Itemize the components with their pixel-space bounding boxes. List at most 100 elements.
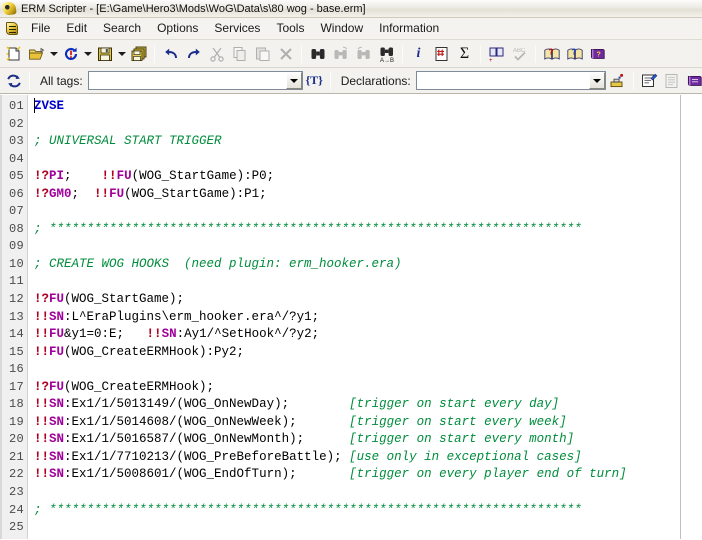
code-line-text[interactable]: ; UNIVERSAL START TRIGGER bbox=[28, 133, 222, 151]
cut-button[interactable] bbox=[205, 42, 228, 65]
add-entry-button[interactable]: + bbox=[485, 42, 508, 65]
code-line-text[interactable]: !!SN:Ex1/1/5013149/(WOG_OnNewDay); [trig… bbox=[28, 396, 559, 414]
spellcheck-button[interactable]: ABC bbox=[508, 42, 531, 65]
code-line[interactable]: 14 !!FU&y1=0:E; !!SN:Ay1/^SetHook^/?y2; bbox=[0, 326, 702, 344]
code-line-text[interactable]: !?GM0; !!FU(WOG_StartGame):P1; bbox=[28, 186, 267, 204]
code-line[interactable]: 13 !!SN:L^EraPlugins\erm_hooker.era^/?y1; bbox=[0, 309, 702, 327]
code-line[interactable]: 10 ; CREATE WOG HOOKS (need plugin: erm_h… bbox=[0, 256, 702, 274]
declarations-combobox[interactable] bbox=[415, 71, 606, 90]
help-erm-button[interactable]: ? bbox=[540, 42, 563, 65]
sum-button[interactable]: Σ bbox=[453, 42, 476, 65]
save-all-button[interactable] bbox=[127, 42, 150, 65]
menu-item-window[interactable]: Window bbox=[312, 19, 371, 38]
code-line[interactable]: 19 !!SN:Ex1/1/5014608/(WOG_OnNewWeek); [t… bbox=[0, 414, 702, 432]
code-token: :Ex1/1/5016587/(WOG_OnNewMonth); bbox=[64, 432, 350, 447]
help-ref-button[interactable]: ? bbox=[563, 42, 586, 65]
code-line[interactable]: 21 !!SN:Ex1/1/7710213/(WOG_PreBeforeBattl… bbox=[0, 449, 702, 467]
code-line-text[interactable]: !!SN:Ex1/1/5008601/(WOG_EndOfTurn); [tri… bbox=[28, 466, 627, 484]
code-line-text[interactable]: ; **************************************… bbox=[28, 221, 582, 239]
grid-page-button[interactable] bbox=[430, 42, 453, 65]
menu-item-services[interactable]: Services bbox=[206, 19, 268, 38]
copy-button[interactable] bbox=[228, 42, 251, 65]
code-editor[interactable]: 01 ZVSE 02 03 ; UNIVERSAL START TRIGGER 04 05!… bbox=[0, 94, 702, 539]
code-line[interactable]: 25 bbox=[0, 519, 702, 537]
code-line[interactable]: 07 bbox=[0, 203, 702, 221]
all-tags-input[interactable] bbox=[88, 73, 286, 88]
declarations-label: Declarations: bbox=[340, 73, 411, 88]
code-line[interactable]: 18 !!SN:Ex1/1/5013149/(WOG_OnNewDay); [tr… bbox=[0, 396, 702, 414]
code-line-text[interactable]: !!SN:Ex1/1/7710213/(WOG_PreBeforeBattle)… bbox=[28, 449, 582, 467]
insert-tag-button[interactable]: {T} bbox=[303, 69, 326, 92]
menu-item-tools[interactable]: Tools bbox=[268, 19, 312, 38]
code-line[interactable]: 02 bbox=[0, 116, 702, 134]
code-line[interactable]: 05 !?PI; !!FU(WOG_StartGame):P0; bbox=[0, 168, 702, 186]
code-line[interactable]: 24 ; ************************************… bbox=[0, 502, 702, 520]
refresh-tags-button[interactable] bbox=[2, 69, 25, 92]
tag-brace-icon: {T} bbox=[305, 73, 323, 87]
code-line-text[interactable]: !!SN:Ex1/1/5014608/(WOG_OnNewWeek); [tri… bbox=[28, 414, 567, 432]
code-token: FU bbox=[49, 327, 65, 342]
menu-item-file[interactable]: File bbox=[23, 19, 58, 38]
code-line[interactable]: 04 bbox=[0, 151, 702, 169]
find-button[interactable] bbox=[306, 42, 329, 65]
code-line[interactable]: 22 !!SN:Ex1/1/5008601/(WOG_EndOfTurn); [t… bbox=[0, 466, 702, 484]
menu-item-search[interactable]: Search bbox=[95, 19, 149, 38]
manual-button[interactable]: ? bbox=[586, 42, 609, 65]
code-line[interactable]: 11 bbox=[0, 273, 702, 291]
code-line-text[interactable]: !!SN:Ex1/1/5016587/(WOG_OnNewMonth); [tr… bbox=[28, 431, 574, 449]
code-line[interactable]: 03 ; UNIVERSAL START TRIGGER bbox=[0, 133, 702, 151]
code-token: ; UNIVERSAL START TRIGGER bbox=[34, 134, 222, 149]
code-line[interactable]: 20 !!SN:Ex1/1/5016587/(WOG_OnNewMonth); [… bbox=[0, 431, 702, 449]
save-dropdown-chevron-down-icon[interactable] bbox=[116, 43, 127, 65]
code-line-text[interactable]: !!FU&y1=0:E; !!SN:Ay1/^SetHook^/?y2; bbox=[28, 326, 319, 344]
declarations-input[interactable] bbox=[416, 73, 589, 88]
find-next-button[interactable] bbox=[329, 42, 352, 65]
code-line-text[interactable]: ; CREATE WOG HOOKS (need plugin: erm_hoo… bbox=[28, 256, 402, 274]
redo-button[interactable] bbox=[182, 42, 205, 65]
code-line-text[interactable]: !?PI; !!FU(WOG_StartGame):P0; bbox=[28, 168, 274, 186]
new-file-button[interactable] bbox=[2, 42, 25, 65]
undo-button[interactable] bbox=[159, 42, 182, 65]
open-file-button[interactable] bbox=[25, 42, 48, 65]
delete-button[interactable] bbox=[274, 42, 297, 65]
reload-dropdown-chevron-down-icon[interactable] bbox=[82, 43, 93, 65]
all-tags-combobox[interactable] bbox=[87, 71, 303, 90]
info-button[interactable]: i bbox=[407, 42, 430, 65]
properties-button[interactable] bbox=[638, 69, 661, 92]
code-line[interactable]: 06 !?GM0; !!FU(WOG_StartGame):P1; bbox=[0, 186, 702, 204]
code-lines-container[interactable]: 01 ZVSE 02 03 ; UNIVERSAL START TRIGGER 04 05!… bbox=[0, 95, 702, 539]
stamp-insert-button[interactable] bbox=[606, 69, 629, 92]
line-number: 18 bbox=[8, 397, 24, 412]
code-line[interactable]: 23 bbox=[0, 484, 702, 502]
dictionary-button[interactable] bbox=[684, 69, 702, 92]
code-line-text[interactable]: ; **************************************… bbox=[28, 502, 582, 520]
code-line-text[interactable]: !!SN:L^EraPlugins\erm_hooker.era^/?y1; bbox=[28, 309, 319, 327]
menu-item-options[interactable]: Options bbox=[149, 19, 206, 38]
code-token: SN bbox=[49, 432, 65, 447]
open-dropdown-chevron-down-icon[interactable] bbox=[48, 43, 59, 65]
code-line[interactable]: 15 !!FU(WOG_CreateERMHook):Py2; bbox=[0, 344, 702, 362]
replace-button[interactable]: A→B bbox=[375, 42, 398, 65]
code-line-text[interactable]: !?FU(WOG_StartGame); bbox=[28, 291, 184, 309]
reload-file-button[interactable] bbox=[59, 42, 82, 65]
code-line[interactable]: 16 bbox=[0, 361, 702, 379]
save-file-button[interactable] bbox=[93, 42, 116, 65]
paste-button[interactable] bbox=[251, 42, 274, 65]
list-view-button[interactable] bbox=[661, 69, 684, 92]
all-tags-chevron-down-icon[interactable] bbox=[285, 72, 302, 89]
code-line[interactable]: 08 ; ************************************… bbox=[0, 221, 702, 239]
code-line-text[interactable]: !?FU(WOG_CreateERMHook); bbox=[28, 379, 214, 397]
abc-check-icon: ABC bbox=[513, 48, 526, 61]
find-prev-button[interactable] bbox=[352, 42, 375, 65]
code-line[interactable]: 01 ZVSE bbox=[0, 98, 702, 116]
menu-item-edit[interactable]: Edit bbox=[58, 19, 95, 38]
code-line[interactable]: 12 !?FU(WOG_StartGame); bbox=[0, 291, 702, 309]
declarations-chevron-down-icon[interactable] bbox=[588, 72, 605, 89]
code-line-text[interactable]: !!FU(WOG_CreateERMHook):Py2; bbox=[28, 344, 244, 362]
line-number: 03 bbox=[8, 134, 24, 149]
menu-item-information[interactable]: Information bbox=[371, 19, 447, 38]
line-number: 15 bbox=[8, 344, 24, 359]
redo-arrow-icon bbox=[187, 48, 200, 58]
code-line[interactable]: 17 !?FU(WOG_CreateERMHook); bbox=[0, 379, 702, 397]
code-line[interactable]: 09 bbox=[0, 238, 702, 256]
